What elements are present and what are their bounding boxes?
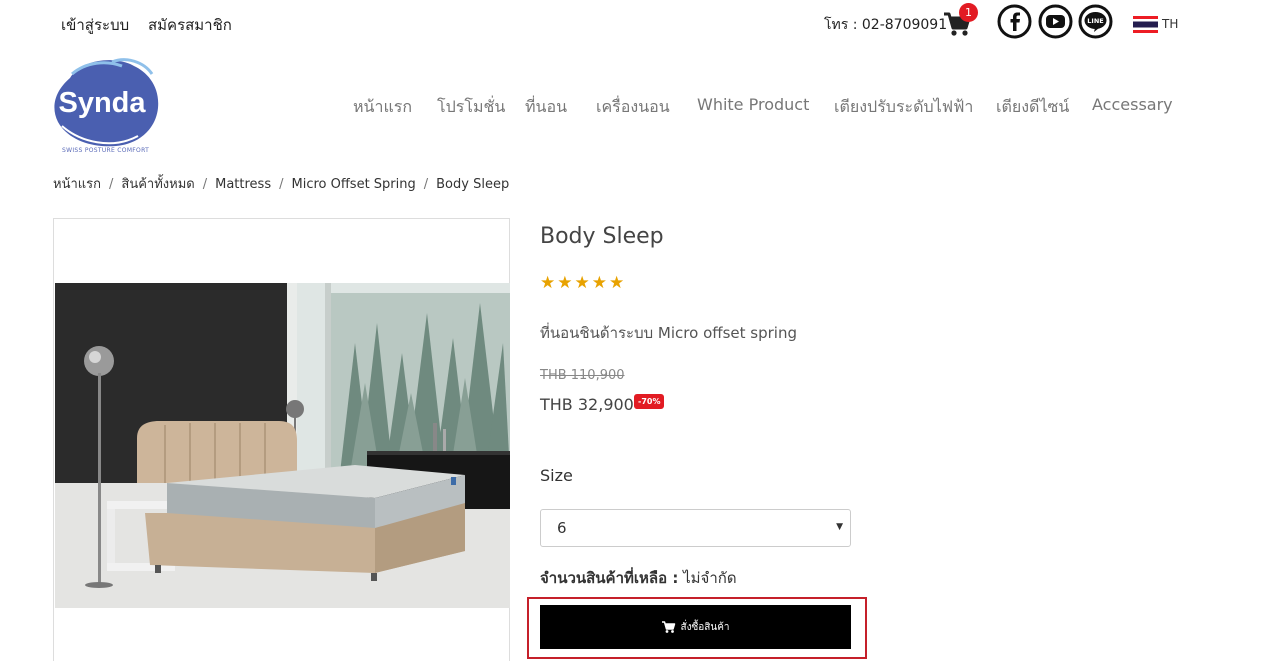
breadcrumb-all-products[interactable]: สินค้าทั้งหมด <box>121 177 194 192</box>
chevron-down-icon: ▼ <box>836 522 843 532</box>
stock-info: จำนวนสินค้าที่เหลือ : ไม่จำกัด <box>540 566 737 590</box>
sale-price: THB 32,900 <box>540 395 634 414</box>
breadcrumb-home[interactable]: หน้าแรก <box>53 177 101 192</box>
nav-item-home[interactable]: หน้าแรก <box>353 95 412 120</box>
top-bar: เข้าสู่ระบบ สมัครสมาชิก โทร : 02-8709091… <box>0 0 1276 48</box>
thai-flag-icon[interactable] <box>1133 16 1158 33</box>
product-title: Body Sleep <box>540 224 664 249</box>
nav-item-mattress[interactable]: ที่นอน <box>525 95 567 120</box>
stock-value: ไม่จำกัด <box>683 569 737 587</box>
breadcrumb-separator: / <box>202 177 208 192</box>
size-selected-value: 6 <box>557 519 567 537</box>
original-price: THB 110,900 <box>540 368 625 383</box>
facebook-icon[interactable] <box>997 4 1032 39</box>
breadcrumb-separator: / <box>109 177 114 192</box>
buy-button-label: สั่งซื้อสินค้า <box>680 621 730 633</box>
breadcrumb-separator: / <box>279 177 284 192</box>
discount-badge: -70% <box>634 394 665 409</box>
breadcrumb: หน้าแรก / สินค้าทั้งหมด / Mattress / Micro Off… <box>53 173 509 194</box>
nav-item-accessary[interactable]: Accessary <box>1092 95 1173 114</box>
language-label[interactable]: TH <box>1162 17 1178 31</box>
size-label: Size <box>540 466 573 485</box>
nav-item-bedding[interactable]: เครื่องนอน <box>596 95 670 120</box>
product-description: ที่นอนชินด้าระบบ Micro offset spring <box>540 324 797 342</box>
stock-label: จำนวนสินค้าที่เหลือ : <box>540 569 679 587</box>
buy-button[interactable]: สั่งซื้อสินค้า <box>540 605 851 649</box>
line-icon[interactable]: LINE <box>1078 4 1113 39</box>
nav-item-white-product[interactable]: White Product <box>697 95 809 114</box>
breadcrumb-current: Body Sleep <box>436 177 510 192</box>
youtube-icon[interactable] <box>1038 4 1073 39</box>
breadcrumb-micro-offset-spring[interactable]: Micro Offset Spring <box>291 177 415 192</box>
nav-item-design-bed[interactable]: เตียงดีไซน์ <box>996 95 1069 120</box>
main-nav: หน้าแรก โปรโมชั่น ที่นอน เครื่องนอน Whit… <box>0 95 1276 119</box>
nav-item-promotion[interactable]: โปรโมชั่น <box>437 95 505 120</box>
breadcrumb-mattress[interactable]: Mattress <box>215 177 271 192</box>
nav-item-adjustable-bed[interactable]: เตียงปรับระดับไฟฟ้า <box>834 95 973 120</box>
size-select[interactable]: 6 ▼ <box>540 509 851 547</box>
svg-text:LINE: LINE <box>1087 17 1103 25</box>
star-rating: ★★★★★ <box>540 273 627 293</box>
register-link[interactable]: สมัครสมาชิก <box>148 13 232 37</box>
phone-number: โทร : 02-8709091 <box>824 17 948 33</box>
product-image-frame <box>53 218 510 661</box>
product-photo[interactable] <box>55 283 510 608</box>
login-link[interactable]: เข้าสู่ระบบ <box>61 13 129 37</box>
breadcrumb-separator: / <box>423 177 429 192</box>
cart-icon <box>662 621 676 633</box>
cart-count-badge: 1 <box>959 3 978 22</box>
logo-tagline: SWISS POSTURE COMFORT <box>62 147 150 154</box>
